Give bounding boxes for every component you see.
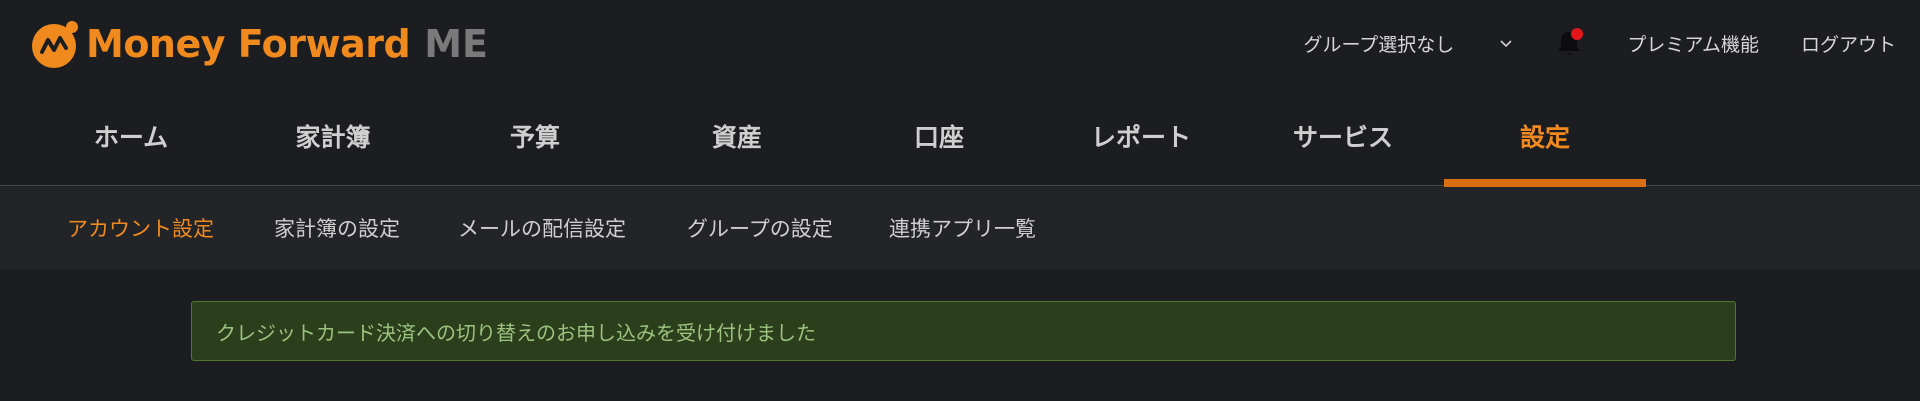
nav-budget[interactable]: 予算 — [434, 86, 636, 186]
brand-logo[interactable]: Money Forward ME — [30, 19, 488, 69]
subnav-linked-apps[interactable]: 連携アプリ一覧 — [889, 187, 1036, 269]
group-select-dropdown[interactable]: グループ選択なし — [1303, 30, 1514, 57]
nav-accounts[interactable]: 口座 — [838, 86, 1040, 186]
main-content: クレジットカード決済への切り替えのお申し込みを受け付けました — [0, 269, 1920, 401]
nav-home[interactable]: ホーム — [30, 86, 232, 186]
nav-settings[interactable]: 設定 — [1444, 86, 1646, 187]
premium-features-link[interactable]: プレミアム機能 — [1627, 30, 1759, 57]
subnav-group-settings[interactable]: グループの設定 — [687, 187, 833, 269]
brand-name: Money Forward — [86, 22, 411, 66]
subnav-account-settings[interactable]: アカウント設定 — [67, 187, 214, 269]
header-actions: グループ選択なし プレミアム機能 ログアウト — [1303, 28, 1896, 58]
subnav-email-settings[interactable]: メールの配信設定 — [458, 187, 626, 269]
group-select-value: グループ選択なし — [1303, 33, 1455, 56]
settings-sub-navigation: アカウント設定 家計簿の設定 メールの配信設定 グループの設定 連携アプリ一覧 — [0, 187, 1920, 269]
subnav-household-settings[interactable]: 家計簿の設定 — [274, 187, 400, 269]
chevron-down-icon — [1500, 40, 1512, 48]
brand-suffix: ME — [424, 22, 488, 66]
notifications-button[interactable] — [1554, 28, 1584, 58]
nav-assets[interactable]: 資産 — [636, 86, 838, 186]
nav-reports[interactable]: レポート — [1040, 86, 1242, 186]
app-header: Money Forward ME グループ選択なし プレミアム機能 ログアウト — [0, 0, 1920, 86]
success-alert: クレジットカード決済への切り替えのお申し込みを受け付けました — [191, 301, 1736, 361]
success-alert-message: クレジットカード決済への切り替えのお申し込みを受け付けました — [216, 320, 816, 345]
main-navigation: ホーム 家計簿 予算 資産 口座 レポート サービス 設定 — [0, 86, 1920, 187]
nav-household-book[interactable]: 家計簿 — [232, 86, 434, 186]
logout-link[interactable]: ログアウト — [1801, 30, 1896, 57]
nav-services[interactable]: サービス — [1242, 86, 1444, 186]
money-forward-logo-icon — [32, 21, 78, 68]
